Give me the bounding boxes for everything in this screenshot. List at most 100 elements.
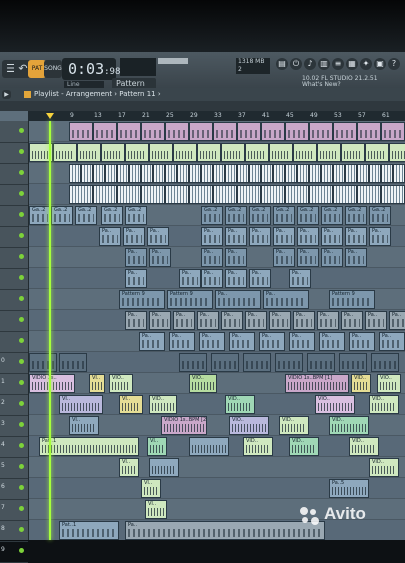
playlist-clip[interactable] — [53, 143, 77, 162]
power-icon[interactable]: ⏻ — [290, 58, 302, 70]
track-header[interactable] — [0, 268, 28, 290]
playlist-clip[interactable] — [189, 164, 201, 183]
mic-icon[interactable]: ♪ — [304, 58, 316, 70]
playlist-clip[interactable] — [297, 164, 309, 183]
track-header[interactable] — [0, 226, 28, 248]
playlist-clip[interactable]: Pa.. — [147, 227, 169, 246]
playlist-clip[interactable] — [189, 122, 213, 141]
playlist-clip[interactable] — [105, 164, 117, 183]
playlist-clip[interactable]: Pa.. — [289, 269, 311, 288]
track-mute-led[interactable] — [19, 254, 24, 259]
playlist-clip[interactable]: Pa.. — [369, 227, 391, 246]
playlist-clip[interactable]: Pa.. — [249, 269, 271, 288]
playlist-clip[interactable]: Pa.. — [249, 227, 271, 246]
playlist-clip[interactable]: Pa.. — [297, 227, 319, 246]
playlist-clip[interactable] — [141, 164, 153, 183]
playlist-clip[interactable] — [393, 164, 405, 183]
track-mute-led[interactable] — [19, 464, 24, 469]
playlist-clip[interactable]: Pa.. — [259, 332, 285, 351]
playlist-clip[interactable]: Ga..2 — [201, 206, 223, 225]
playlist-tracks[interactable]: Ga..2 Ga..2 Ga..2 Ga..2 Ga..2 Ga..2 Ga..2 Ga..2… — [29, 121, 405, 540]
playlist-clip[interactable]: Pa.. — [199, 332, 225, 351]
playlist-clip[interactable] — [381, 122, 405, 141]
playlist-clip[interactable]: Pa.. — [125, 269, 147, 288]
playlist-clip[interactable] — [173, 143, 197, 162]
playlist-clip[interactable]: Pattern 9 — [329, 290, 375, 309]
playlist-clip[interactable] — [243, 353, 271, 372]
playlist-clip[interactable] — [345, 164, 357, 183]
playlist-clip[interactable] — [201, 164, 213, 183]
playlist-clip[interactable]: Pat..1 — [39, 437, 139, 456]
playlist-clip[interactable] — [273, 164, 285, 183]
playlist-clip[interactable]: Ga..2 — [297, 206, 319, 225]
playlist-clip[interactable]: Pa.. — [215, 290, 261, 309]
playlist-clip[interactable]: Pa.. — [289, 332, 315, 351]
playlist-clip[interactable] — [285, 164, 297, 183]
playlist-clip[interactable]: Ga..2 — [225, 206, 247, 225]
track-mute-led[interactable] — [19, 527, 24, 532]
playlist-clip[interactable] — [285, 185, 309, 204]
playlist-clip[interactable] — [213, 164, 225, 183]
master-volume-slider[interactable] — [158, 58, 188, 64]
playlist-clip[interactable]: Pa.. — [379, 332, 405, 351]
track-mute-led[interactable] — [19, 128, 24, 133]
mixer-icon[interactable]: ≡ — [332, 58, 344, 70]
playlist-clip[interactable] — [149, 458, 179, 477]
track-header[interactable] — [0, 289, 28, 311]
track-mute-led[interactable] — [19, 485, 24, 490]
playlist-clip[interactable]: Pa.. — [221, 311, 243, 330]
playlist-clip[interactable] — [117, 185, 141, 204]
playlist-clip[interactable]: VIO.. — [315, 395, 355, 414]
arrow-icon[interactable]: ▶ — [2, 90, 11, 99]
playlist-clip[interactable]: VID.. — [225, 395, 255, 414]
song-mode-button[interactable]: SONG — [44, 60, 62, 78]
playlist-clip[interactable] — [213, 185, 237, 204]
playlist-clip[interactable]: Pa.. — [125, 248, 147, 267]
playlist-clip[interactable]: Pa.. — [149, 248, 171, 267]
track-mute-led[interactable] — [19, 149, 24, 154]
track-header[interactable] — [0, 247, 28, 269]
browser-icon[interactable]: ▣ — [374, 58, 386, 70]
info-icon[interactable]: ? — [388, 58, 400, 70]
playlist-clip[interactable]: VID.. — [289, 437, 319, 456]
playlist-clip[interactable] — [333, 122, 357, 141]
playlist-clip[interactable] — [117, 164, 129, 183]
playlist-clip[interactable]: Pa.. — [263, 290, 309, 309]
playlist-clip[interactable]: Pa.. — [139, 332, 165, 351]
playlist-clip[interactable] — [129, 164, 141, 183]
playlist-clip[interactable] — [237, 122, 261, 141]
playlist-clip[interactable] — [357, 185, 381, 204]
playlist-clip[interactable] — [309, 185, 333, 204]
track-header[interactable] — [0, 205, 28, 227]
track-header[interactable]: 7 — [0, 499, 28, 521]
track-header[interactable] — [0, 331, 28, 353]
playlist-clip[interactable] — [77, 143, 101, 162]
playlist-clip[interactable] — [69, 164, 81, 183]
playlist-clip[interactable] — [197, 143, 221, 162]
playlist-clip[interactable]: VID.. — [351, 374, 371, 393]
playlist-clip[interactable] — [165, 185, 189, 204]
playlist-clip[interactable]: VID.. — [279, 416, 309, 435]
playlist-clip[interactable] — [269, 143, 293, 162]
playlist-clip[interactable]: Pa.. — [149, 311, 171, 330]
playlist-clip[interactable] — [237, 185, 261, 204]
playlist-clip[interactable]: VI.. — [89, 374, 105, 393]
track-header[interactable] — [0, 121, 28, 143]
playlist-clip[interactable] — [59, 353, 87, 372]
playlist-clip[interactable]: VID.. — [369, 458, 399, 477]
playhead-marker[interactable] — [46, 113, 54, 119]
playlist-clip[interactable]: Ga..2 — [29, 206, 51, 225]
playlist-clip[interactable] — [293, 143, 317, 162]
playlist-clip[interactable] — [309, 164, 321, 183]
playlist-clip[interactable]: Pa.. — [245, 311, 267, 330]
playlist-clip[interactable]: Pa.. — [197, 311, 219, 330]
playlist-clip[interactable]: VI.. — [147, 437, 167, 456]
playlist-clip[interactable]: Pa.. — [201, 227, 223, 246]
playlist-clip[interactable] — [309, 122, 333, 141]
playlist-clip[interactable] — [141, 185, 165, 204]
playlist-clip[interactable]: VI.. — [59, 395, 103, 414]
playlist-clip[interactable]: VI.. — [69, 416, 99, 435]
playlist-clip[interactable]: VIDIO 1s.. — [29, 374, 75, 393]
track-mute-led[interactable] — [19, 338, 24, 343]
track-lane[interactable] — [29, 457, 405, 478]
